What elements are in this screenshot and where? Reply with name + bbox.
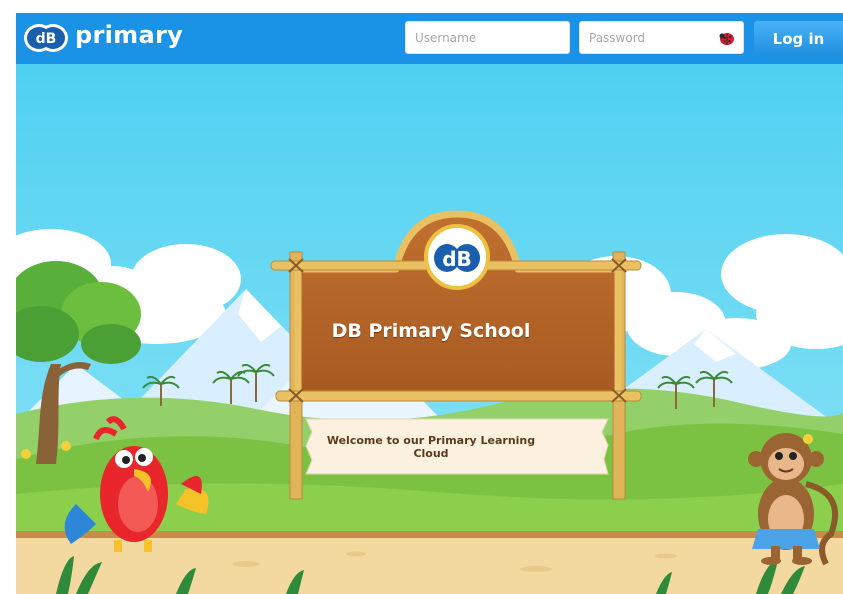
sandy-path: [16, 538, 843, 594]
login-button[interactable]: Log in: [754, 21, 843, 56]
db-primary-logo[interactable]: dB primary: [23, 21, 183, 56]
hero-scene: dB DB Primary School Welcome to our Prim…: [16, 64, 843, 594]
svg-text:dB: dB: [442, 247, 472, 271]
page-frame: dB primary Log in: [16, 13, 843, 594]
svg-text:dB: dB: [36, 31, 57, 47]
top-bar: dB primary Log in: [16, 13, 843, 64]
school-name-title: DB Primary School: [331, 320, 531, 342]
username-field-wrapper: [405, 21, 570, 54]
password-field-wrapper: [579, 21, 744, 54]
welcome-message: Welcome to our Primary Learning Cloud: [326, 434, 536, 460]
db-logo-icon: dB: [24, 24, 68, 52]
username-input[interactable]: [406, 22, 569, 53]
logo-wordmark: primary: [75, 21, 184, 49]
ladybug-icon[interactable]: [719, 31, 735, 45]
